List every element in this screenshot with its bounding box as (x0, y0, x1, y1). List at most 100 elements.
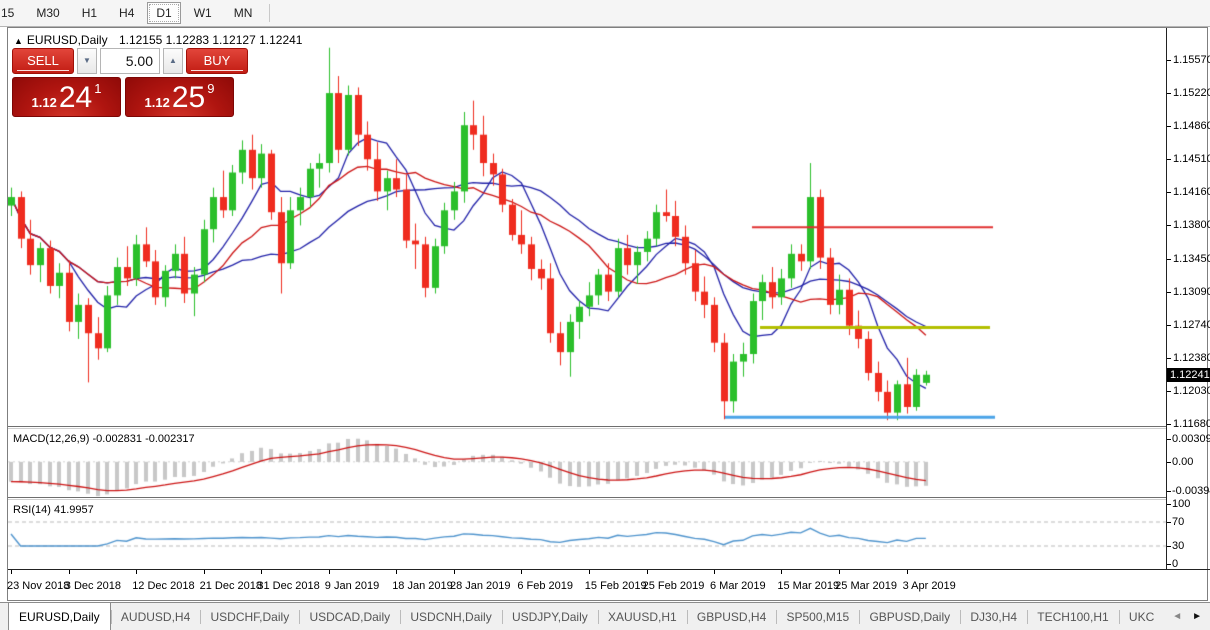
chart-tab-TECH100-H1[interactable]: TECH100,H1 (1027, 603, 1118, 630)
volume-input[interactable] (101, 49, 159, 73)
rsi-axis-label: 30 (1172, 540, 1184, 552)
price-axis-label: 1.12030 (1173, 385, 1210, 397)
rsi-axis-tick (1167, 504, 1171, 505)
timeframe-button-15[interactable]: 15 (0, 2, 23, 24)
rsi-name: RSI(14) (13, 504, 51, 516)
volume-field-box (100, 48, 160, 74)
collapse-triangle-icon[interactable]: ▲ (14, 36, 23, 46)
price-axis-label: 1.14860 (1173, 120, 1210, 132)
buy-price-main: 25 (172, 84, 205, 112)
price-axis-border (1166, 28, 1167, 569)
timeframe-toolbar: 15M30H1H4D1W1MN (0, 0, 1210, 27)
rsi-panel-canvas[interactable] (8, 500, 1166, 569)
chart-tab-XAUUSD-H1[interactable]: XAUUSD,H1 (598, 603, 687, 630)
date-axis-label: 21 Dec 2018 (200, 580, 262, 592)
chart-tab-SP500-M15[interactable]: SP500,M15 (777, 603, 860, 630)
one-click-trade-widget: SELL ▼ ▲ BUY 1.12 24 1 1.12 25 9 (12, 48, 234, 117)
tab-scroll-right-icon[interactable]: ► (1192, 611, 1202, 622)
date-axis-label: 3 Dec 2018 (65, 580, 121, 592)
volume-decrease-button[interactable]: ▼ (77, 48, 97, 74)
chart-tab-GBPUSD-H4[interactable]: GBPUSD,H4 (687, 603, 776, 630)
date-axis-label: 28 Jan 2019 (450, 580, 511, 592)
chart-tab-bar: EURUSD,DailyAUDUSD,H4USDCHF,DailyUSDCAD,… (0, 602, 1210, 630)
chart-tab-USDCAD-Daily[interactable]: USDCAD,Daily (299, 603, 400, 630)
rsi-value: 41.9957 (54, 504, 94, 516)
date-axis-tick (329, 570, 330, 574)
timeframe-button-MN[interactable]: MN (225, 2, 262, 24)
price-axis-label: 1.13090 (1173, 286, 1210, 298)
rsi-axis-label: 0 (1172, 558, 1178, 570)
chart-tab-USDJPY-Daily[interactable]: USDJPY,Daily (502, 603, 598, 630)
date-axis-label: 23 Nov 2018 (7, 580, 69, 592)
buy-button[interactable]: BUY (186, 48, 248, 74)
date-axis-tick (647, 570, 648, 574)
triangle-down-icon: ▼ (83, 56, 91, 65)
price-axis-tick (1167, 292, 1171, 293)
date-axis-tick (781, 570, 782, 574)
mt4-window: 15M30H1H4D1W1MN 1.15570 1.15220 1.14860 1.1… (0, 0, 1210, 629)
triangle-up-icon: ▲ (169, 56, 177, 65)
current-price-tag: 1.12241 (1167, 368, 1210, 382)
macd-axis-label: -0.003947 (1172, 485, 1210, 497)
toolbar-separator (269, 4, 270, 22)
date-axis-tick (521, 570, 522, 574)
time-axis-border (8, 569, 1210, 570)
price-axis-label: 1.13450 (1173, 253, 1210, 265)
macd-label: MACD(12,26,9) -0.002831 -0.002317 (13, 433, 195, 445)
sell-button[interactable]: SELL (12, 48, 74, 74)
rsi-axis-tick (1167, 564, 1171, 565)
rsi-axis-label: 100 (1172, 498, 1190, 510)
chart-tab-EURUSD-Daily[interactable]: EURUSD,Daily (8, 602, 111, 630)
date-axis-label: 31 Dec 2018 (257, 580, 319, 592)
price-axis-label: 1.14510 (1173, 153, 1210, 165)
date-axis-label: 15 Feb 2019 (585, 580, 647, 592)
macd-axis-label: 0.00 (1172, 456, 1193, 468)
macd-axis-tick (1167, 439, 1171, 440)
chart-title: ▲EURUSD,Daily 1.12155 1.12283 1.12127 1.… (14, 33, 302, 47)
price-axis-label: 1.14160 (1173, 186, 1210, 198)
macd-axis-label: 0.003095 (1172, 433, 1210, 445)
timeframe-button-H4[interactable]: H4 (110, 2, 143, 24)
chart-tab-USDCNH-Daily[interactable]: USDCNH,Daily (400, 603, 501, 630)
chart-symbol-label: EURUSD,Daily (27, 33, 108, 47)
sell-price-prefix: 1.12 (32, 94, 57, 112)
price-axis-label: 1.11680 (1173, 418, 1210, 430)
date-axis-tick (714, 570, 715, 574)
price-axis-tick (1167, 159, 1171, 160)
price-axis-tick (1167, 93, 1171, 94)
date-axis-tick (839, 570, 840, 574)
tab-scroll-controls: ◄► (1164, 603, 1210, 630)
tab-scroll-left-icon[interactable]: ◄ (1172, 611, 1182, 622)
timeframe-button-M30[interactable]: M30 (27, 2, 68, 24)
price-axis-tick (1167, 60, 1171, 61)
price-axis-label: 1.12380 (1173, 352, 1210, 364)
date-axis-label: 6 Feb 2019 (517, 580, 573, 592)
date-axis-tick (454, 570, 455, 574)
timeframe-button-W1[interactable]: W1 (185, 2, 221, 24)
price-axis-tick (1167, 126, 1171, 127)
sell-price-box[interactable]: 1.12 24 1 (12, 77, 121, 117)
date-axis-tick (69, 570, 70, 574)
date-axis-label: 18 Jan 2019 (392, 580, 453, 592)
chart-tab-DJ30-H4[interactable]: DJ30,H4 (960, 603, 1027, 630)
date-axis-label: 12 Dec 2018 (132, 580, 194, 592)
sell-price-pip: 1 (94, 84, 101, 94)
price-axis-tick (1167, 325, 1171, 326)
chart-tab-GBPUSD-Daily[interactable]: GBPUSD,Daily (859, 603, 960, 630)
chart-tab-UKC[interactable]: UKC (1119, 603, 1164, 630)
chart-tab-USDCHF-Daily[interactable]: USDCHF,Daily (201, 603, 300, 630)
macd-axis-tick (1167, 462, 1171, 463)
date-axis-label: 15 Mar 2019 (777, 580, 839, 592)
chart-tab-AUDUSD-H4[interactable]: AUDUSD,H4 (111, 603, 200, 630)
timeframe-button-H1[interactable]: H1 (73, 2, 106, 24)
buy-price-box[interactable]: 1.12 25 9 (125, 77, 234, 117)
rsi-axis-tick (1167, 522, 1171, 523)
timeframe-button-D1[interactable]: D1 (147, 2, 180, 24)
rsi-label: RSI(14) 41.9957 (13, 504, 94, 516)
date-axis-label: 9 Jan 2019 (325, 580, 379, 592)
price-axis-label: 1.15570 (1173, 54, 1210, 66)
macd-axis-tick (1167, 491, 1171, 492)
volume-increase-button[interactable]: ▲ (163, 48, 183, 74)
price-axis-label: 1.15220 (1173, 87, 1210, 99)
price-axis-label: 1.13800 (1173, 219, 1210, 231)
